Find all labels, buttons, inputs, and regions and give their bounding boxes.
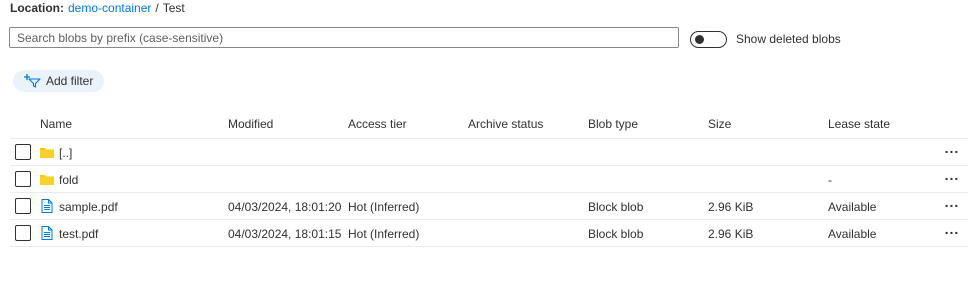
row-checkbox[interactable] bbox=[15, 225, 31, 241]
row-access-tier: Hot (Inferred) bbox=[348, 200, 420, 214]
add-filter-icon bbox=[23, 74, 41, 88]
table-row[interactable]: sample.pdf 04/03/2024, 18:01:20 Hot (Inf… bbox=[10, 193, 968, 220]
row-name[interactable]: sample.pdf bbox=[59, 200, 118, 214]
location-label: Location: bbox=[10, 1, 64, 15]
row-size: 2.96 KiB bbox=[708, 200, 754, 214]
row-name[interactable]: test.pdf bbox=[59, 227, 98, 241]
file-icon bbox=[40, 199, 54, 213]
column-header-modified[interactable]: Modified bbox=[228, 117, 273, 131]
more-actions-button[interactable]: ... bbox=[942, 195, 962, 212]
row-name[interactable]: [..] bbox=[59, 146, 72, 160]
row-checkbox[interactable] bbox=[15, 198, 31, 214]
breadcrumb-current-folder: Test bbox=[162, 1, 185, 15]
table-row[interactable]: fold - ... bbox=[10, 166, 968, 193]
table-row[interactable]: test.pdf 04/03/2024, 18:01:15 Hot (Infer… bbox=[10, 220, 968, 247]
breadcrumb-separator: / bbox=[155, 1, 159, 15]
row-access-tier: Hot (Inferred) bbox=[348, 227, 420, 241]
show-deleted-label: Show deleted blobs bbox=[736, 32, 841, 46]
breadcrumb: Location: demo-container / Test bbox=[10, 1, 185, 15]
row-lease-state: Available bbox=[828, 200, 877, 214]
more-actions-button[interactable]: ... bbox=[942, 222, 962, 239]
column-header-size[interactable]: Size bbox=[708, 117, 731, 131]
row-blob-type: Block blob bbox=[588, 227, 644, 241]
column-header-archive-status[interactable]: Archive status bbox=[468, 117, 543, 131]
column-header-blob-type[interactable]: Blob type bbox=[588, 117, 638, 131]
toggle-knob bbox=[695, 35, 704, 44]
row-size: 2.96 KiB bbox=[708, 227, 754, 241]
search-box[interactable] bbox=[9, 27, 679, 48]
row-blob-type: Block blob bbox=[588, 200, 644, 214]
file-icon bbox=[40, 226, 54, 240]
table-row[interactable]: [..] ... bbox=[10, 139, 968, 166]
blob-table: Name Modified Access tier Archive status… bbox=[10, 110, 968, 247]
row-modified: 04/03/2024, 18:01:15 bbox=[228, 227, 342, 241]
show-deleted-toggle[interactable] bbox=[690, 31, 727, 48]
add-filter-label: Add filter bbox=[46, 74, 94, 88]
folder-icon bbox=[40, 172, 54, 186]
row-modified: 04/03/2024, 18:01:20 bbox=[228, 200, 342, 214]
table-header: Name Modified Access tier Archive status… bbox=[10, 110, 968, 139]
column-header-name[interactable]: Name bbox=[40, 117, 72, 131]
breadcrumb-container-link[interactable]: demo-container bbox=[68, 1, 151, 15]
row-name[interactable]: fold bbox=[59, 173, 78, 187]
row-lease-state: - bbox=[828, 173, 832, 187]
column-header-lease-state[interactable]: Lease state bbox=[828, 117, 890, 131]
more-actions-button[interactable]: ... bbox=[942, 141, 962, 158]
folder-icon bbox=[40, 145, 54, 159]
row-checkbox[interactable] bbox=[15, 144, 31, 160]
more-actions-button[interactable]: ... bbox=[942, 168, 962, 185]
row-checkbox[interactable] bbox=[15, 171, 31, 187]
add-filter-button[interactable]: Add filter bbox=[13, 70, 104, 92]
column-header-access-tier[interactable]: Access tier bbox=[348, 117, 407, 131]
search-input[interactable] bbox=[10, 28, 678, 47]
row-lease-state: Available bbox=[828, 227, 877, 241]
